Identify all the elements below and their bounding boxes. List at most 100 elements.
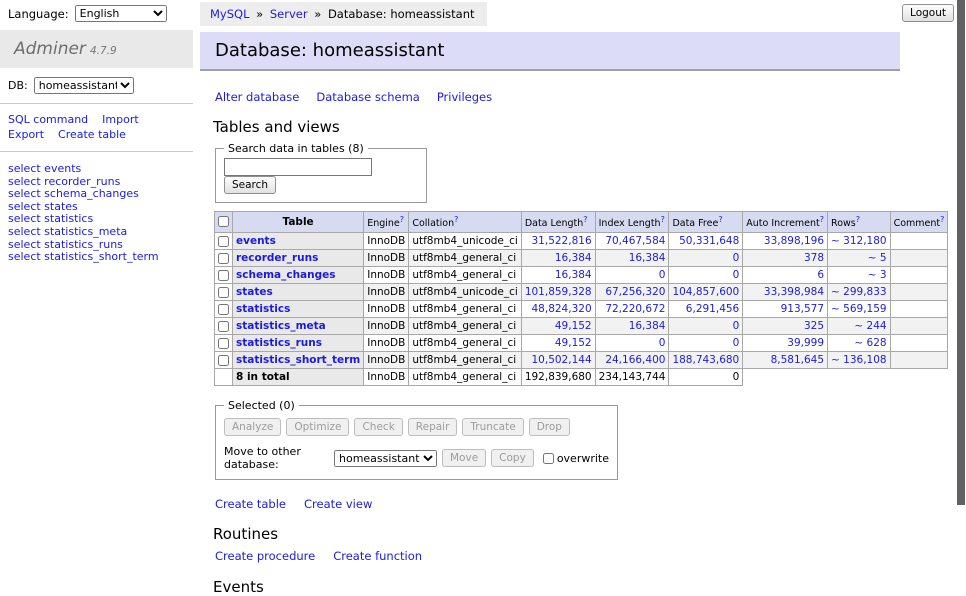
help-link[interactable]: ? — [940, 215, 944, 224]
index-length-link[interactable]: 0 — [659, 337, 666, 349]
link-create-table[interactable]: Create table — [215, 497, 286, 511]
breadcrumb-link-server[interactable]: Server — [270, 7, 308, 21]
app-name[interactable]: Adminer — [14, 39, 86, 59]
move-button[interactable]: Move — [442, 449, 486, 467]
row-checkbox[interactable] — [218, 253, 229, 264]
sidebar-item-select-schema-changes[interactable]: select schema_changes — [8, 188, 193, 201]
overwrite-checkbox[interactable] — [543, 453, 554, 464]
auto-increment-link[interactable]: 33,898,196 — [764, 235, 824, 247]
selected-check-button[interactable]: Check — [354, 418, 402, 436]
data-free-link[interactable]: 6,291,456 — [686, 303, 739, 315]
data-length-link[interactable]: 31,522,816 — [532, 235, 592, 247]
table-link-events[interactable]: events — [236, 235, 276, 247]
index-length-link[interactable]: 16,384 — [629, 252, 666, 264]
nav-link-privileges[interactable]: Privileges — [437, 90, 492, 104]
row-checkbox[interactable] — [218, 287, 229, 298]
breadcrumb-link-mysql[interactable]: MySQL — [210, 7, 250, 21]
data-length-link[interactable]: 48,824,320 — [532, 303, 592, 315]
rows-link[interactable]: ~ 5 — [868, 252, 887, 264]
table-link-statistics-short-term[interactable]: statistics_short_term — [236, 354, 360, 366]
index-length-link[interactable]: 70,467,584 — [605, 235, 665, 247]
rows-link[interactable]: ~ 3 — [868, 269, 887, 281]
help-link[interactable]: ? — [661, 215, 665, 224]
rows-link[interactable]: ~ 244 — [854, 320, 886, 332]
sidebar-item-select-events[interactable]: select events — [8, 163, 193, 176]
auto-increment-link[interactable]: 6 — [817, 269, 824, 281]
row-checkbox[interactable] — [218, 355, 229, 366]
help-link[interactable]: ? — [454, 215, 458, 224]
app-version[interactable]: 4.7.9 — [90, 45, 117, 57]
data-free-link[interactable]: 50,331,648 — [679, 235, 739, 247]
search-button[interactable]: Search — [224, 176, 276, 194]
auto-increment-link[interactable]: 378 — [804, 252, 824, 264]
language-select[interactable]: English — [75, 5, 167, 22]
index-length-link[interactable]: 67,256,320 — [605, 286, 665, 298]
index-length-link[interactable]: 0 — [659, 269, 666, 281]
sidebar-link-import[interactable]: Import — [102, 113, 139, 127]
index-length-link[interactable]: 16,384 — [629, 320, 666, 332]
rows-link[interactable]: ~ 299,833 — [831, 286, 887, 298]
db-select[interactable]: homeassistant — [34, 77, 134, 94]
data-length-link[interactable]: 101,859,328 — [525, 286, 592, 298]
data-free-link[interactable]: 104,857,600 — [672, 286, 739, 298]
selected-drop-button[interactable]: Drop — [529, 418, 570, 436]
table-link-states[interactable]: states — [236, 286, 273, 298]
auto-increment-link[interactable]: 39,999 — [787, 337, 824, 349]
data-free-link[interactable]: 188,743,680 — [672, 354, 739, 366]
link-create-function[interactable]: Create function — [333, 549, 422, 563]
row-checkbox[interactable] — [218, 270, 229, 281]
link-create-procedure[interactable]: Create procedure — [215, 549, 315, 563]
sidebar-item-select-statistics-meta[interactable]: select statistics_meta — [8, 226, 193, 239]
rows-link[interactable]: ~ 569,159 — [831, 303, 887, 315]
data-free-link[interactable]: 0 — [733, 252, 740, 264]
nav-link-alter-database[interactable]: Alter database — [215, 90, 299, 104]
auto-increment-link[interactable]: 325 — [804, 320, 824, 332]
data-length-link[interactable]: 49,152 — [555, 320, 592, 332]
auto-increment-link[interactable]: 33,398,984 — [764, 286, 824, 298]
data-free-link[interactable]: 0 — [733, 320, 740, 332]
help-link[interactable]: ? — [400, 215, 404, 224]
table-link-schema-changes[interactable]: schema_changes — [236, 269, 336, 281]
row-checkbox[interactable] — [218, 338, 229, 349]
sidebar-link-create-table[interactable]: Create table — [58, 128, 126, 142]
data-length-link[interactable]: 10,502,144 — [532, 354, 592, 366]
sidebar-item-select-statistics-short-term[interactable]: select statistics_short_term — [8, 251, 193, 264]
help-link[interactable]: ? — [820, 215, 824, 224]
rows-link[interactable]: ~ 136,108 — [831, 354, 887, 366]
row-checkbox[interactable] — [218, 236, 229, 247]
table-link-statistics-runs[interactable]: statistics_runs — [236, 337, 322, 349]
select-all-checkbox[interactable] — [218, 216, 229, 227]
selected-analyze-button[interactable]: Analyze — [224, 418, 281, 436]
index-length-link[interactable]: 24,166,400 — [605, 354, 665, 366]
help-link[interactable]: ? — [856, 215, 860, 224]
selected-repair-button[interactable]: Repair — [408, 418, 458, 436]
data-length-link[interactable]: 16,384 — [555, 252, 592, 264]
data-free-link[interactable]: 0 — [733, 269, 740, 281]
data-length-link[interactable]: 49,152 — [555, 337, 592, 349]
help-link[interactable]: ? — [718, 215, 722, 224]
table-link-recorder-runs[interactable]: recorder_runs — [236, 252, 318, 264]
move-db-select[interactable]: homeassistant — [334, 450, 437, 467]
copy-button[interactable]: Copy — [491, 449, 534, 467]
data-length-link[interactable]: 16,384 — [555, 269, 592, 281]
table-link-statistics-meta[interactable]: statistics_meta — [236, 320, 326, 332]
table-link-statistics[interactable]: statistics — [236, 303, 290, 315]
search-input[interactable] — [224, 158, 372, 176]
rows-link[interactable]: ~ 312,180 — [831, 235, 887, 247]
nav-link-database-schema[interactable]: Database schema — [316, 90, 419, 104]
selected-truncate-button[interactable]: Truncate — [462, 418, 523, 436]
auto-increment-link[interactable]: 913,577 — [781, 303, 824, 315]
logout-button[interactable]: Logout — [902, 4, 954, 22]
sidebar-link-sql-command[interactable]: SQL command — [8, 113, 88, 127]
scrollbar-thumb[interactable] — [957, 0, 965, 505]
auto-increment-link[interactable]: 8,581,645 — [771, 354, 824, 366]
help-link[interactable]: ? — [583, 215, 587, 224]
index-length-link[interactable]: 72,220,672 — [605, 303, 665, 315]
row-checkbox[interactable] — [218, 304, 229, 315]
rows-link[interactable]: ~ 628 — [854, 337, 886, 349]
selected-optimize-button[interactable]: Optimize — [286, 418, 349, 436]
data-free-link[interactable]: 0 — [733, 337, 740, 349]
row-checkbox[interactable] — [218, 321, 229, 332]
link-create-view[interactable]: Create view — [304, 497, 372, 511]
sidebar-link-export[interactable]: Export — [8, 128, 44, 142]
